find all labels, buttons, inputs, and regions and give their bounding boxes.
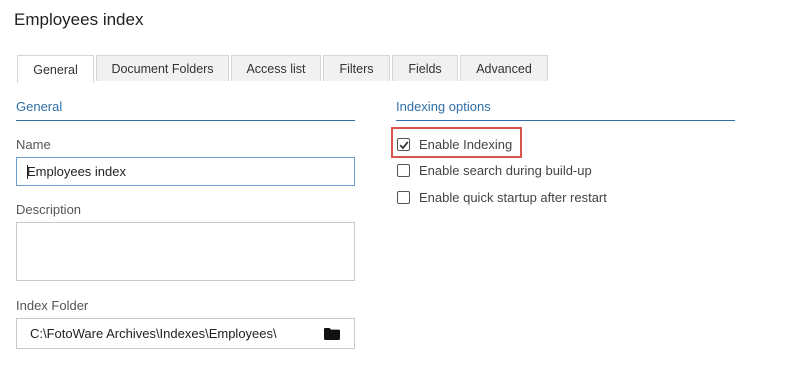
enable-search-checkbox[interactable] [397,164,410,177]
enable-search-option[interactable]: Enable search during build-up [397,163,592,178]
highlight-box [391,127,522,158]
general-section-header: General [16,99,355,121]
indexing-section-header: Indexing options [396,99,735,121]
tab-fields[interactable]: Fields [392,55,458,81]
tab-document-folders[interactable]: Document Folders [96,55,229,81]
index-folder-input[interactable]: C:\FotoWare Archives\Indexes\Employees\ [16,318,355,349]
enable-quick-startup-checkbox[interactable] [397,191,410,204]
enable-search-label: Enable search during build-up [419,163,592,178]
description-label: Description [16,202,82,217]
page-title: Employees index [14,10,144,29]
folder-icon[interactable] [324,327,340,340]
name-input[interactable]: Employees index [16,157,355,186]
description-textarea[interactable] [16,222,355,281]
name-input-value: Employees index [27,164,126,179]
enable-quick-startup-option[interactable]: Enable quick startup after restart [397,190,607,205]
index-folder-label: Index Folder [16,298,89,313]
name-label: Name [16,137,51,152]
tab-filters[interactable]: Filters [323,55,390,81]
tab-general[interactable]: General [17,55,94,83]
enable-quick-startup-label: Enable quick startup after restart [419,190,607,205]
tab-advanced[interactable]: Advanced [460,55,548,81]
tab-access-list[interactable]: Access list [231,55,321,81]
index-folder-value: C:\FotoWare Archives\Indexes\Employees\ [30,326,277,341]
